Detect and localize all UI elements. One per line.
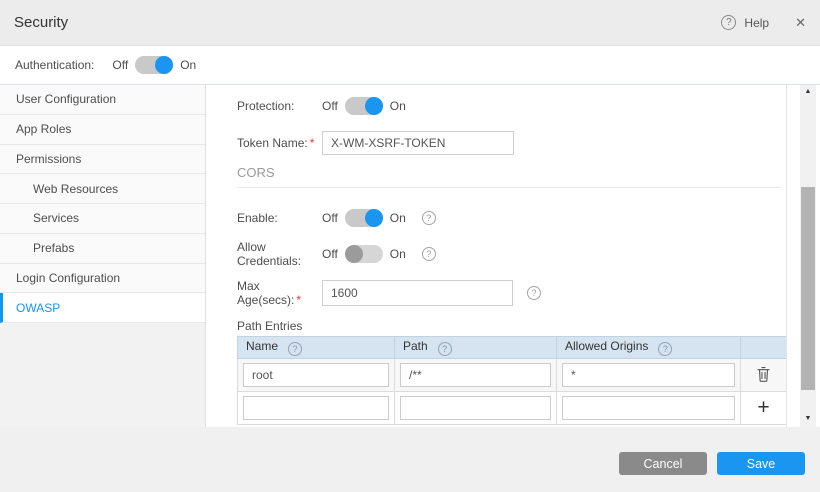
sidebar-item-services[interactable]: Services bbox=[0, 204, 205, 234]
path-column-help-icon[interactable]: ? bbox=[438, 342, 452, 356]
max-age-help-icon[interactable]: ? bbox=[527, 286, 541, 300]
scroll-down-arrow-icon[interactable]: ▼ bbox=[800, 412, 816, 426]
enable-off-label: Off bbox=[322, 211, 338, 225]
cors-section-title: CORS bbox=[237, 165, 786, 180]
sidebar-item-login-configuration[interactable]: Login Configuration bbox=[0, 264, 205, 294]
authentication-off-label: Off bbox=[112, 58, 128, 72]
section-divider bbox=[237, 187, 781, 188]
required-asterisk: * bbox=[310, 136, 315, 150]
trash-icon bbox=[756, 366, 771, 382]
close-icon[interactable]: ✕ bbox=[795, 15, 806, 31]
token-name-label: Token Name: bbox=[237, 136, 308, 150]
enable-on-label: On bbox=[390, 211, 406, 225]
dialog-header: Security ? Help ✕ bbox=[0, 0, 820, 46]
authentication-bar: Authentication: Off On bbox=[0, 46, 820, 84]
allow-credentials-row: Allow Credentials: Off On ? bbox=[237, 244, 786, 264]
dialog-footer: Cancel Save bbox=[0, 427, 820, 492]
sidebar: User Configuration App Roles Permissions… bbox=[0, 85, 206, 427]
sidebar-item-user-configuration[interactable]: User Configuration bbox=[0, 85, 205, 115]
enable-label: Enable: bbox=[237, 211, 322, 225]
vertical-scrollbar[interactable]: ▲ ▼ bbox=[800, 85, 816, 427]
toggle-knob bbox=[365, 97, 383, 115]
token-name-row: Token Name:* bbox=[237, 131, 786, 155]
add-row-button[interactable]: + bbox=[757, 398, 769, 418]
authentication-toggle-group: Off On bbox=[112, 56, 196, 74]
scrollbar-thumb[interactable] bbox=[801, 187, 815, 390]
max-age-input[interactable] bbox=[322, 280, 513, 306]
column-header-path: Path bbox=[403, 339, 428, 353]
allow-credentials-toggle[interactable] bbox=[345, 245, 383, 263]
delete-row-button[interactable] bbox=[756, 366, 771, 385]
allow-credentials-label: Allow Credentials: bbox=[237, 240, 322, 268]
save-button[interactable]: Save bbox=[717, 452, 805, 475]
toggle-knob bbox=[155, 56, 173, 74]
toggle-knob bbox=[345, 245, 363, 263]
table-header-row: Name? Path? Allowed Origins? bbox=[238, 337, 787, 359]
protection-label: Protection: bbox=[237, 99, 322, 113]
sidebar-item-web-resources[interactable]: Web Resources bbox=[0, 174, 205, 204]
protection-off-label: Off bbox=[322, 99, 338, 113]
header-actions: ? Help ✕ bbox=[721, 15, 806, 31]
security-dialog: Security ? Help ✕ Authentication: Off On… bbox=[0, 0, 820, 492]
sidebar-item-app-roles[interactable]: App Roles bbox=[0, 115, 205, 145]
actions-column-header bbox=[741, 337, 787, 359]
protection-on-label: On bbox=[390, 99, 406, 113]
protection-row: Protection: Off On bbox=[237, 96, 786, 116]
help-icon[interactable]: ? bbox=[721, 15, 736, 30]
main-region: User Configuration App Roles Permissions… bbox=[0, 84, 820, 427]
path-entries-label: Path Entries bbox=[237, 319, 786, 333]
token-name-input[interactable] bbox=[322, 131, 514, 155]
required-asterisk: * bbox=[296, 293, 301, 307]
allow-credentials-help-icon[interactable]: ? bbox=[422, 247, 436, 261]
path-entries-table: Name? Path? Allowed Origins? + bbox=[237, 336, 787, 425]
row1-allowed-origins-input[interactable] bbox=[562, 363, 735, 387]
row2-name-input[interactable] bbox=[243, 396, 389, 420]
scroll-up-arrow-icon[interactable]: ▲ bbox=[800, 85, 816, 99]
authentication-on-label: On bbox=[180, 58, 196, 72]
authentication-label: Authentication: bbox=[15, 58, 94, 72]
sidebar-item-owasp[interactable]: OWASP bbox=[0, 293, 205, 323]
row1-name-input[interactable] bbox=[243, 363, 389, 387]
max-age-label: Max Age(secs): bbox=[237, 279, 294, 307]
protection-toggle[interactable] bbox=[345, 97, 383, 115]
owasp-settings-panel: Protection: Off On Token Name:* CORS Ena… bbox=[206, 85, 787, 427]
allow-credentials-off-label: Off bbox=[322, 247, 338, 261]
table-row bbox=[238, 359, 787, 392]
table-row: + bbox=[238, 392, 787, 425]
page-title: Security bbox=[14, 14, 68, 31]
sidebar-item-prefabs[interactable]: Prefabs bbox=[0, 234, 205, 264]
allowed-origins-column-help-icon[interactable]: ? bbox=[658, 342, 672, 356]
name-column-help-icon[interactable]: ? bbox=[288, 342, 302, 356]
row1-path-input[interactable] bbox=[400, 363, 551, 387]
enable-help-icon[interactable]: ? bbox=[422, 211, 436, 225]
column-header-allowed-origins: Allowed Origins bbox=[565, 339, 648, 353]
sidebar-item-permissions[interactable]: Permissions bbox=[0, 145, 205, 175]
cors-enable-row: Enable: Off On ? bbox=[237, 208, 786, 228]
row2-path-input[interactable] bbox=[400, 396, 551, 420]
toggle-knob bbox=[365, 209, 383, 227]
allow-credentials-on-label: On bbox=[390, 247, 406, 261]
enable-toggle[interactable] bbox=[345, 209, 383, 227]
column-header-name: Name bbox=[246, 339, 278, 353]
max-age-row: Max Age(secs):* ? bbox=[237, 280, 786, 306]
row2-allowed-origins-input[interactable] bbox=[562, 396, 735, 420]
authentication-toggle[interactable] bbox=[135, 56, 173, 74]
cancel-button[interactable]: Cancel bbox=[619, 452, 707, 475]
help-link[interactable]: Help bbox=[744, 16, 769, 30]
